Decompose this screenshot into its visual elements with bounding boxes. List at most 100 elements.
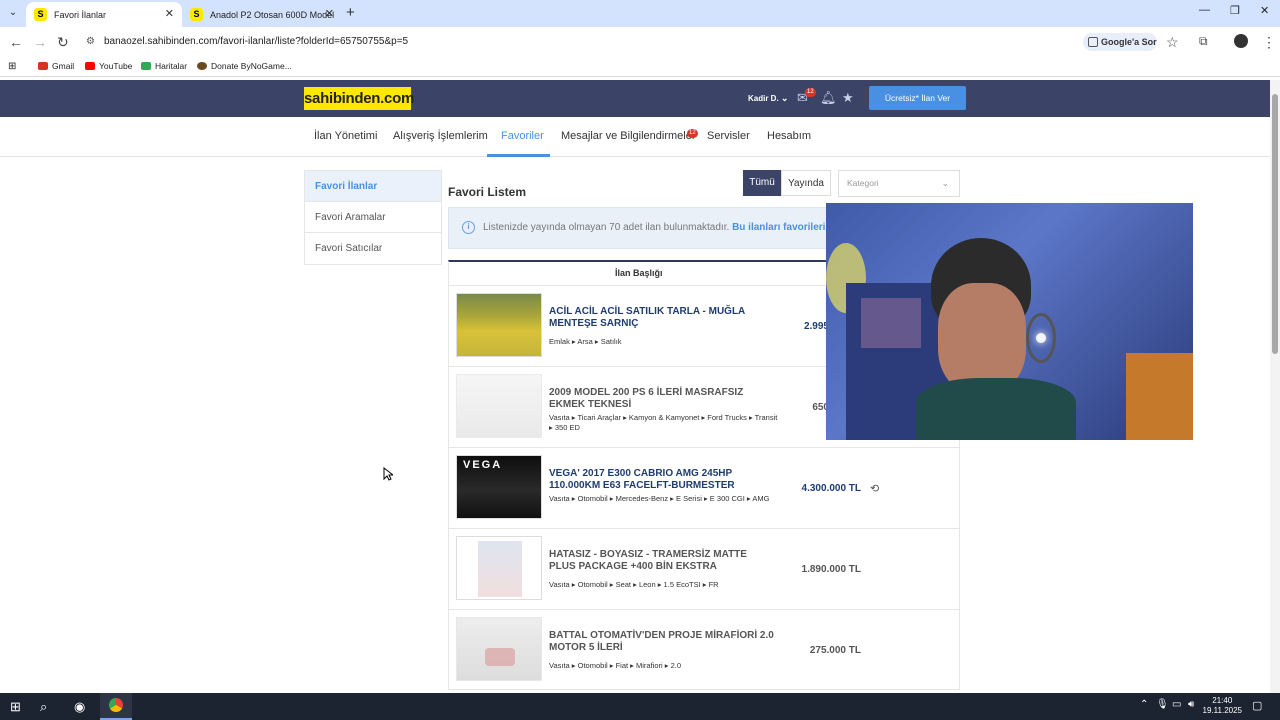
user-menu[interactable]: Kadir D. ⌄ (748, 93, 788, 104)
browser-tab-bar: ⌄ S Favori İlanlar ✕ S Anadol P2 Otosan … (0, 0, 1280, 27)
webcam-person-face (938, 283, 1026, 393)
network-icon[interactable]: ▭ (1172, 699, 1181, 710)
star-icon[interactable]: ★ (842, 90, 854, 106)
page-scrollbar[interactable] (1270, 80, 1280, 693)
webcam-poster (861, 298, 921, 348)
bookmark-haritalar[interactable]: Haritalar (141, 61, 187, 71)
tray-chevron-icon[interactable]: ⌃ (1140, 699, 1148, 710)
close-icon[interactable]: ✕ (325, 7, 334, 20)
listing-category: Vasıta ▸ Otomobil ▸ Seat ▸ Leon ▸ 1.5 Ec… (549, 580, 719, 589)
volume-icon[interactable]: 🔊︎ (1188, 699, 1194, 710)
nav-active-indicator (487, 154, 550, 157)
bookmark-donate[interactable]: Donate ByNoGame... (197, 61, 292, 71)
tab-label: Favori İlanlar (54, 9, 107, 20)
site-info-icon[interactable]: ⚙ (86, 36, 95, 47)
sidebar-item-favori-ilanlar[interactable]: Favori İlanlar (305, 171, 441, 202)
reload-icon[interactable]: ↻ (57, 34, 69, 51)
lens-icon (1088, 37, 1098, 47)
bookmarks-bar: ⊞ Gmail YouTube Haritalar Donate ByNoGam… (0, 57, 1280, 77)
chevron-down-icon: ⌄ (780, 93, 789, 103)
nav-servisler[interactable]: Servisler (707, 130, 750, 142)
notification-icon[interactable]: ▢ (1252, 699, 1262, 712)
site-logo[interactable]: sahibinden.com (304, 87, 414, 110)
new-tab-icon[interactable]: + (346, 4, 355, 21)
table-row[interactable]: HATASIZ - BOYASIZ - TRAMERSİZ MATTE PLUS… (449, 529, 959, 610)
main-nav: İlan Yönetimi Alışveriş İşlemlerim Favor… (0, 117, 1270, 157)
tab-favori-ilanlar[interactable]: S Favori İlanlar ✕ (26, 2, 182, 27)
listing-thumbnail[interactable] (456, 536, 542, 600)
gmail-icon (38, 62, 48, 70)
extensions-icon[interactable]: ⧉ (1199, 34, 1208, 49)
webcam-chair (1126, 353, 1193, 440)
chevron-down-icon: ⌄ (941, 178, 949, 188)
close-window-icon[interactable]: ✕ (1260, 4, 1269, 17)
scrollbar-thumb[interactable] (1272, 94, 1278, 354)
listing-thumbnail[interactable] (456, 374, 542, 438)
menu-icon[interactable]: ⋮ (1262, 34, 1276, 51)
apps-grid-icon[interactable]: ⊞ (8, 61, 16, 72)
close-icon[interactable]: ✕ (165, 7, 174, 20)
table-row[interactable]: VEGA VEGA' 2017 E300 CABRIO AMG 245HP 11… (449, 448, 959, 529)
nav-favoriler[interactable]: Favoriler (501, 130, 544, 142)
webcam-overlay (826, 203, 1193, 440)
google-sor-label: Google'a Sor (1101, 37, 1157, 47)
page-title: Favori Listem (448, 185, 527, 199)
post-ad-button[interactable]: Ücretsiz* İlan Ver (869, 86, 966, 110)
nav-ilan-yonetimi[interactable]: İlan Yönetimi (314, 130, 377, 142)
sahibinden-favicon: S (34, 8, 47, 21)
listing-title[interactable]: ACİL ACİL ACİL SATILIK TARLA - MUĞLA MEN… (549, 306, 774, 330)
price-history-icon[interactable]: ⟲ (870, 482, 879, 495)
listing-category: Emlak ▸ Arsa ▸ Satılık (549, 337, 622, 346)
messages-badge: 12 (805, 88, 816, 97)
nav-messages-badge: 12 (687, 129, 698, 138)
bell-icon[interactable]: 🔔︎ (820, 90, 837, 106)
bookmark-gmail[interactable]: Gmail (38, 61, 74, 71)
car-photo (478, 541, 522, 597)
filter-all-button[interactable]: Tümü (743, 170, 781, 196)
profile-avatar[interactable] (1234, 34, 1248, 48)
minimize-icon[interactable]: — (1199, 4, 1210, 16)
obs-icon[interactable]: ◉ (74, 699, 85, 715)
listing-title[interactable]: 2009 MODEL 200 PS 6 İLERİ MASRAFSIZ EKME… (549, 387, 774, 411)
listing-thumbnail[interactable] (456, 617, 542, 681)
bookmark-star-icon[interactable]: ☆ (1166, 34, 1179, 51)
url-field[interactable]: banaozel.sahibinden.com/favori-ilanlar/l… (104, 36, 408, 47)
car-photo (485, 648, 515, 666)
restore-icon[interactable]: ❐ (1230, 4, 1240, 17)
bookmark-youtube[interactable]: YouTube (85, 61, 132, 71)
listing-price: 1.890.000 TL (801, 564, 861, 575)
sidebar-item-favori-saticilar[interactable]: Favori Satıcılar (305, 233, 441, 264)
forward-icon[interactable]: → (33, 34, 47, 50)
google-sor-button[interactable]: Google'a Sor (1083, 33, 1157, 51)
listing-title[interactable]: BATTAL OTOMATİV'DEN PROJE MİRAFİORİ 2.0 … (549, 630, 774, 654)
info-link[interactable]: Bu ilanları favorilerin (732, 222, 831, 233)
search-icon[interactable]: ⌕ (40, 699, 47, 715)
mouse-cursor (383, 467, 393, 481)
taskbar-clock[interactable]: 21:40 19.11.2025 (1203, 696, 1242, 716)
listing-title[interactable]: VEGA' 2017 E300 CABRIO AMG 245HP 110.000… (549, 468, 774, 492)
info-icon: i (462, 221, 475, 234)
category-select[interactable]: Kategori ⌄ (838, 170, 960, 197)
filter-live-button[interactable]: Yayında (781, 170, 831, 196)
chrome-taskbar-button[interactable] (100, 693, 132, 720)
nav-hesabim[interactable]: Hesabım (767, 130, 811, 142)
listing-thumbnail[interactable] (456, 293, 542, 357)
back-icon[interactable]: ← (9, 34, 23, 50)
youtube-icon (85, 62, 95, 70)
windows-start-icon[interactable]: ⊞ (10, 699, 21, 715)
table-row[interactable]: BATTAL OTOMATİV'DEN PROJE MİRAFİORİ 2.0 … (449, 610, 959, 689)
sidebar-item-favori-aramalar[interactable]: Favori Aramalar (305, 202, 441, 233)
tab-search-icon[interactable]: ⌄ (4, 4, 22, 22)
nav-alisveris[interactable]: Alışveriş İşlemlerim (393, 130, 488, 142)
vega-logo: VEGA (463, 459, 503, 471)
nav-mesajlar[interactable]: Mesajlar ve Bilgilendirmeler (561, 130, 696, 142)
webcam-person-shirt (916, 378, 1076, 440)
chrome-icon (109, 698, 123, 712)
site-header: sahibinden.com Kadir D. ⌄ ✉ 12 🔔︎ ★ Ücre… (0, 80, 1270, 117)
listing-title[interactable]: HATASIZ - BOYASIZ - TRAMERSİZ MATTE PLUS… (549, 549, 774, 573)
listing-category: Vasıta ▸ Otomobil ▸ Fiat ▸ Mirafiori ▸ 2… (549, 661, 682, 670)
sahibinden-favicon: S (190, 8, 203, 21)
listing-thumbnail[interactable]: VEGA (456, 455, 542, 519)
tab-anadol[interactable]: S Anadol P2 Otosan 600D Model ✕ (182, 2, 342, 27)
microphone-icon[interactable]: 🎙︎ (1156, 699, 1169, 710)
